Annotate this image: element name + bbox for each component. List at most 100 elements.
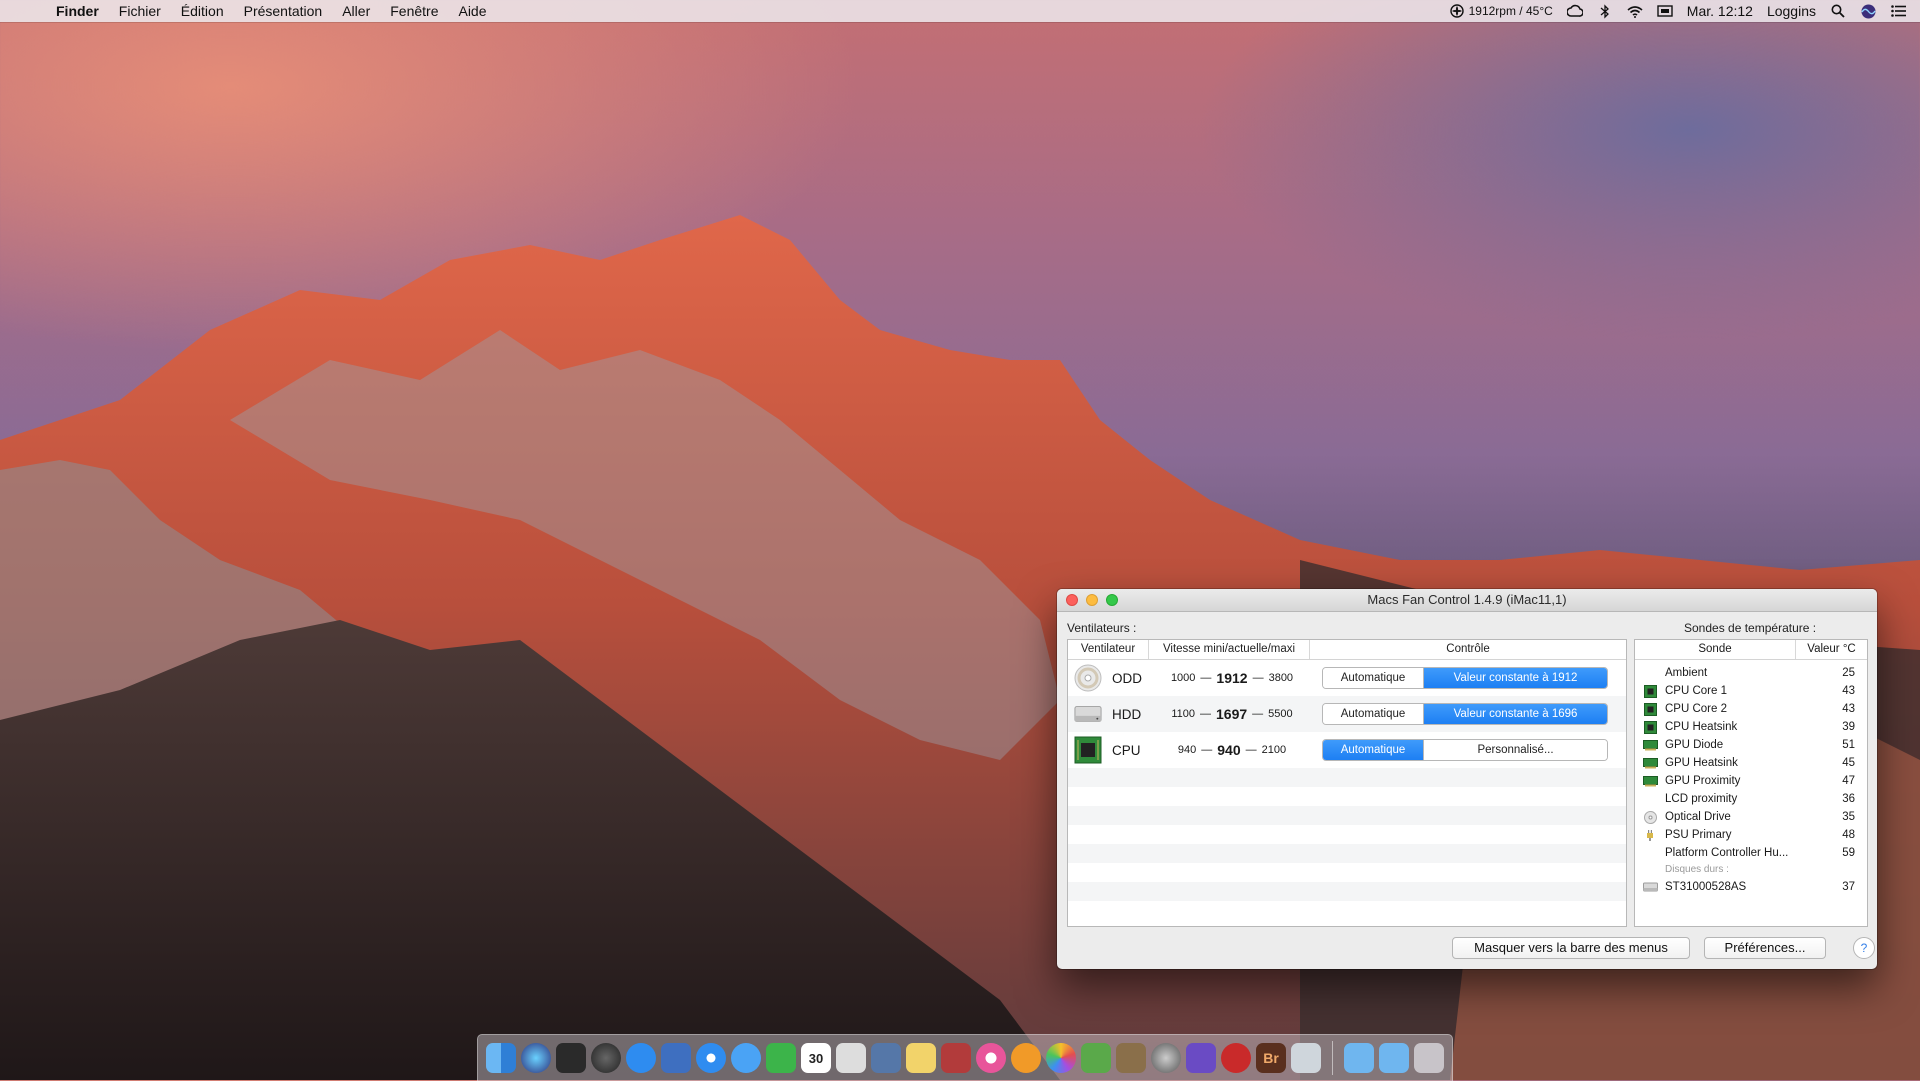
itunes-icon[interactable] (976, 1043, 1006, 1073)
facetime-icon[interactable] (766, 1043, 796, 1073)
auto-mode-button[interactable]: Automatique (1323, 704, 1424, 724)
sensor-name: CPU Heatsink (1665, 721, 1738, 733)
menu-fenetre[interactable]: Fenêtre (380, 0, 448, 22)
sensor-row[interactable]: Ambient 25 (1635, 664, 1867, 682)
sensor-row[interactable]: GPU Proximity 47 (1635, 772, 1867, 790)
close-button[interactable] (1066, 594, 1078, 606)
fan-min-speed: 1000 (1170, 672, 1196, 684)
empty-row (1068, 806, 1626, 825)
menu-aller[interactable]: Aller (332, 0, 380, 22)
sensor-row[interactable]: GPU Heatsink 45 (1635, 754, 1867, 772)
sensor-value: 35 (1842, 811, 1855, 823)
photos-icon[interactable] (1046, 1043, 1076, 1073)
custom-mode-button[interactable]: Personnalisé... (1424, 740, 1607, 760)
spotlight-search-icon[interactable] (1830, 3, 1846, 19)
menubar-clock[interactable]: Mar. 12:12 (1687, 3, 1753, 19)
fan-row-hdd: HDD 1100— 1697— 5500 Automatique Valeur … (1068, 696, 1626, 732)
notification-center-icon[interactable] (1890, 3, 1906, 19)
ibooks-icon[interactable] (1011, 1043, 1041, 1073)
sensor-value: 43 (1842, 703, 1855, 715)
col-vitesse[interactable]: Vitesse mini/actuelle/maxi (1149, 640, 1310, 659)
fan-row-odd: ODD 1000— 1912— 3800 Automatique Valeur … (1068, 660, 1626, 696)
empty-row (1068, 901, 1626, 920)
fan-max-speed: 2100 (1261, 744, 1287, 756)
col-valeur[interactable]: Valeur °C (1796, 640, 1867, 659)
menu-presentation[interactable]: Présentation (234, 0, 333, 22)
preview-icon[interactable] (871, 1043, 901, 1073)
sensor-name: Optical Drive (1665, 811, 1731, 823)
gpu-card-icon (1641, 774, 1659, 788)
sensor-value: 25 (1842, 667, 1855, 679)
menu-app-finder[interactable]: Finder (46, 0, 109, 22)
col-sonde[interactable]: Sonde (1635, 640, 1796, 659)
fan-control-segmented: Automatique Valeur constante à 1696 (1322, 703, 1608, 725)
sensor-name: GPU Heatsink (1665, 757, 1738, 769)
wifi-icon[interactable] (1627, 3, 1643, 19)
fans-table-header: Ventilateur Vitesse mini/actuelle/maxi C… (1068, 640, 1626, 660)
finder-icon[interactable] (486, 1043, 516, 1073)
app-store-icon[interactable] (626, 1043, 656, 1073)
sensor-row[interactable]: GPU Diode 51 (1635, 736, 1867, 754)
menu-aide[interactable]: Aide (448, 0, 496, 22)
sensor-value: 43 (1842, 685, 1855, 697)
display-mirroring-icon[interactable] (1657, 3, 1673, 19)
image-capture-icon[interactable] (1291, 1043, 1321, 1073)
calendar-icon[interactable]: 30 (801, 1043, 831, 1073)
sensor-row[interactable]: Optical Drive 35 (1635, 808, 1867, 826)
zoom-button[interactable] (1106, 594, 1118, 606)
menubar-user[interactable]: Loggins (1767, 3, 1816, 19)
hard-drive-icon (1074, 700, 1102, 728)
safari-icon[interactable] (696, 1043, 726, 1073)
preferences-button[interactable]: Préférences... (1704, 937, 1826, 959)
fan-max-speed: 5500 (1268, 708, 1293, 720)
keychain-icon[interactable] (1081, 1043, 1111, 1073)
bluetooth-icon[interactable] (1597, 3, 1613, 19)
hide-to-menubar-button[interactable]: Masquer vers la barre des menus (1452, 937, 1690, 959)
system-utility-icon[interactable] (661, 1043, 691, 1073)
launchpad-icon[interactable] (591, 1043, 621, 1073)
fan-control-status-item[interactable]: 1912rpm / 45°C (1449, 3, 1553, 19)
disks-group-header: Disques durs : (1665, 864, 1729, 875)
adobe-bridge-icon[interactable]: Br (1256, 1043, 1286, 1073)
siri-icon[interactable] (1860, 3, 1876, 19)
fan-speed-readout: 1000— 1912— 3800 (1170, 670, 1294, 686)
trash-icon[interactable] (1414, 1043, 1444, 1073)
menu-edition[interactable]: Édition (171, 0, 234, 22)
auto-mode-button[interactable]: Automatique (1323, 740, 1424, 760)
sensor-row[interactable]: CPU Core 2 43 (1635, 700, 1867, 718)
photo-booth-icon[interactable] (941, 1043, 971, 1073)
creative-cloud-icon[interactable] (1566, 3, 1583, 19)
fan-row-cpu: CPU 940— 940— 2100 Automatique Personnal… (1068, 732, 1626, 768)
disk-sensor-row[interactable]: ST31000528AS 37 (1635, 878, 1867, 896)
utility-brush-icon[interactable] (1116, 1043, 1146, 1073)
minimize-button[interactable] (1086, 594, 1098, 606)
dock-separator (1332, 1041, 1333, 1075)
custom-mode-button[interactable]: Valeur constante à 1912 (1424, 668, 1607, 688)
custom-mode-button[interactable]: Valeur constante à 1696 (1424, 704, 1607, 724)
documents-folder-icon[interactable] (1379, 1043, 1409, 1073)
help-button[interactable]: ? (1853, 937, 1875, 959)
system-preferences-icon[interactable] (1151, 1043, 1181, 1073)
menu-fichier[interactable]: Fichier (109, 0, 171, 22)
imovie-icon[interactable] (1186, 1043, 1216, 1073)
applications-folder-icon[interactable] (1344, 1043, 1374, 1073)
macs-fan-control-icon[interactable] (1221, 1043, 1251, 1073)
col-ventilateur[interactable]: Ventilateur (1068, 640, 1149, 659)
sensor-row[interactable]: LCD proximity 36 (1635, 790, 1867, 808)
itunes-ipod-icon[interactable] (836, 1043, 866, 1073)
window-titlebar[interactable]: Macs Fan Control 1.4.9 (iMac11,1) (1057, 589, 1877, 612)
auto-mode-button[interactable]: Automatique (1323, 668, 1424, 688)
stickies-icon[interactable] (906, 1043, 936, 1073)
mission-control-icon[interactable] (556, 1043, 586, 1073)
sensor-row[interactable]: CPU Heatsink 39 (1635, 718, 1867, 736)
power-plug-icon (1641, 828, 1659, 842)
sensor-row[interactable]: CPU Core 1 43 (1635, 682, 1867, 700)
fan-min-speed: 1100 (1171, 708, 1195, 720)
messages-icon[interactable] (731, 1043, 761, 1073)
col-controle[interactable]: Contrôle (1310, 640, 1626, 659)
fan-control-segmented: Automatique Personnalisé... (1322, 739, 1608, 761)
sensor-row[interactable]: PSU Primary 48 (1635, 826, 1867, 844)
sensor-row[interactable]: Platform Controller Hu... 59 (1635, 844, 1867, 862)
fans-section-label: Ventilateurs : (1067, 621, 1137, 635)
siri-icon[interactable] (521, 1043, 551, 1073)
